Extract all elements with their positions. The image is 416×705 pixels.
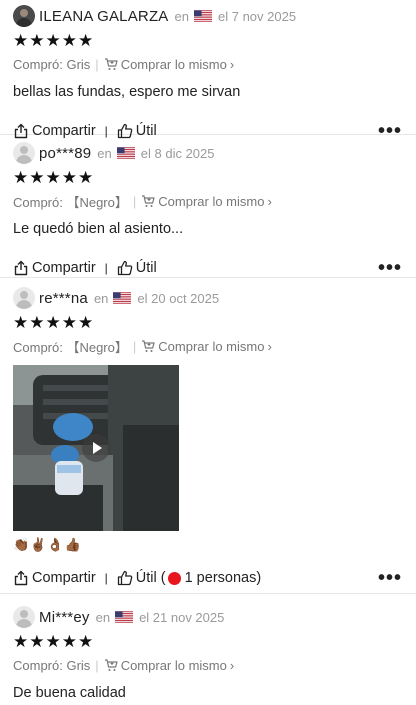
helpful-button[interactable]: Útil ( 1 personas) [117,570,261,586]
star-rating: ★★★★★ [13,313,95,332]
buy-same-link[interactable]: Comprar lo mismo › [141,194,272,209]
review-video-thumbnail[interactable] [13,365,179,531]
review-header: re***na en el 20 oct 2025 [13,284,416,312]
us-flag-icon [113,292,131,304]
avatar [13,142,35,164]
review-header: ILEANA GALARZA en el 7 nov 2025 [13,2,416,30]
review-date: el 21 nov 2025 [139,609,225,625]
review-card: po***89 en el 8 dic 2025 ★★★★★ Compró: 【… [0,135,416,280]
purchase-variant: Compró: 【Negro】 | Comprar lo mismo › [13,190,416,212]
country-prefix: en [97,145,112,161]
buy-same-label: Comprar lo mismo [158,338,265,354]
divider: | [104,571,108,585]
avatar [13,5,35,27]
us-flag-icon [117,147,135,159]
cart-icon [141,339,155,353]
review-header: Mi***ey en el 21 nov 2025 [13,603,416,631]
us-flag-icon [194,10,212,22]
divider: | [104,261,108,275]
reviewer-name: ILEANA GALARZA [39,7,169,25]
star-rating: ★★★★★ [13,632,95,651]
reviewer-name: Mi***ey [39,608,90,626]
divider: | [132,338,137,354]
review-actions: Compartir | Útil ( 1 personas) ••• [13,565,416,591]
divider: | [95,56,99,72]
thumbs-up-icon [117,260,133,276]
review-card: Mi***ey en el 21 nov 2025 ★★★★★ Compró: … [0,594,416,705]
review-card: ILEANA GALARZA en el 7 nov 2025 ★★★★★ Co… [0,0,416,142]
purchase-variant: Compró: Gris | Comprar lo mismo › [13,654,416,676]
avatar [13,287,35,309]
star-rating: ★★★★★ [13,31,95,50]
more-icon[interactable]: ••• [378,257,402,280]
buy-same-label: Comprar lo mismo [158,193,265,209]
buy-same-label: Comprar lo mismo [120,56,227,72]
helpful-count: 1 personas) [184,570,262,586]
play-icon[interactable] [82,434,110,462]
helpful-button[interactable]: Útil [117,260,157,276]
chevron-right-icon: › [267,338,272,354]
share-icon [13,570,29,586]
purchase-variant: Compró: Gris | Comprar lo mismo › [13,53,416,75]
review-date: el 20 oct 2025 [137,290,220,306]
buy-same-link[interactable]: Comprar lo mismo › [141,339,272,354]
share-button[interactable]: Compartir [13,260,96,276]
variant-label: Compró: Gris [13,657,91,673]
share-label: Compartir [32,570,96,586]
divider: | [132,193,137,209]
share-label: Compartir [32,260,96,276]
chevron-right-icon: › [229,56,235,72]
variant-label: Compró: 【Negro】 [13,339,128,355]
country-prefix: en [174,8,189,24]
review-emojis: 👏🏾✌🏾👌🏾👍🏾 [13,537,82,552]
review-card: re***na en el 20 oct 2025 ★★★★★ Compró: … [0,278,416,594]
cart-icon [141,194,155,208]
chevron-right-icon: › [267,193,272,209]
cart-icon [104,658,118,672]
us-flag-icon [115,611,133,623]
helpful-label: Útil [135,260,157,276]
cart-icon [104,57,118,71]
review-date: el 7 nov 2025 [218,8,297,24]
country-prefix: en [93,290,109,306]
chevron-right-icon: › [229,657,235,673]
star-rating: ★★★★★ [13,168,95,187]
review-text: Le quedó bien al asiento... [13,221,184,237]
country-prefix: en [95,609,111,625]
reviewer-name: po***89 [39,144,92,162]
review-header: po***89 en el 8 dic 2025 [13,139,416,167]
variant-label: Compró: Gris [13,56,91,72]
buy-same-link[interactable]: Comprar lo mismo › [104,56,235,72]
thumbs-up-icon [117,570,133,586]
share-button[interactable]: Compartir [13,570,96,586]
share-icon [13,260,29,276]
helpful-indicator-dot [167,571,181,585]
review-text: De buena calidad [13,685,126,701]
buy-same-label: Comprar lo mismo [120,657,227,673]
variant-label: Compró: 【Negro】 [13,194,128,210]
review-text: bellas las fundas, espero me sirvan [13,84,241,100]
helpful-label: Útil ( [135,570,166,586]
review-date: el 8 dic 2025 [140,145,215,161]
purchase-variant: Compró: 【Negro】 | Comprar lo mismo › [13,335,416,357]
divider: | [95,657,99,673]
buy-same-link[interactable]: Comprar lo mismo › [104,657,235,673]
more-icon[interactable]: ••• [378,567,402,590]
avatar [13,606,35,628]
reviewer-name: re***na [39,289,88,307]
